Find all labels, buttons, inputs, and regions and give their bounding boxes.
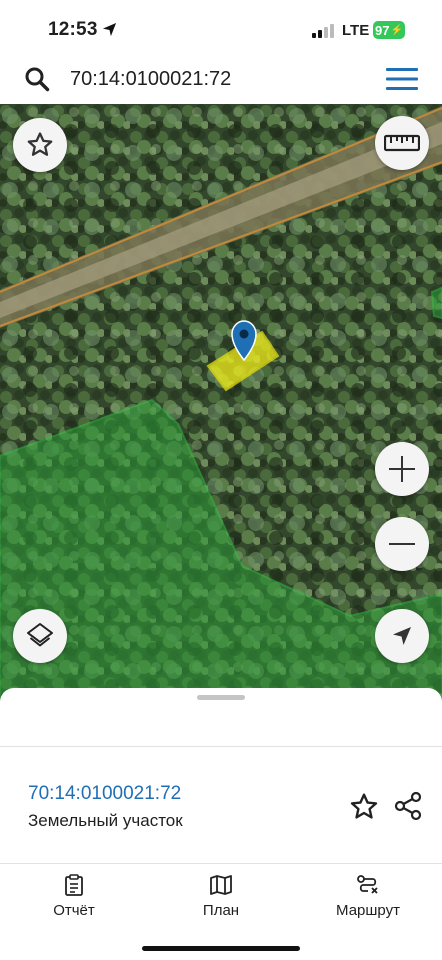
- satellite-imagery: [0, 104, 442, 704]
- cadastral-number-link[interactable]: 70:14:0100021:72: [28, 783, 181, 805]
- cellular-signal-icon: [312, 24, 334, 38]
- favorite-map-button[interactable]: [13, 118, 67, 172]
- zoom-in-icon: [389, 456, 415, 482]
- search-bar: [8, 58, 434, 100]
- layers-button[interactable]: [13, 609, 67, 663]
- tab-report-label: Отчёт: [53, 902, 95, 919]
- route-icon: [357, 875, 378, 894]
- star-icon: [27, 132, 53, 156]
- location-arrow-icon: [393, 627, 411, 645]
- tab-route[interactable]: Маршрут: [313, 874, 423, 934]
- ruler-icon: [384, 134, 420, 152]
- charging-bolt-icon: ⚡: [390, 24, 403, 36]
- zoom-out-icon: [389, 543, 415, 545]
- tab-report[interactable]: Отчёт: [19, 874, 129, 934]
- home-indicator[interactable]: [142, 946, 300, 951]
- my-location-button[interactable]: [375, 609, 429, 663]
- tab-plan[interactable]: План: [166, 874, 276, 934]
- network-type: LTE: [342, 22, 370, 39]
- map-view[interactable]: [0, 104, 442, 704]
- star-icon[interactable]: [348, 791, 380, 823]
- zoom-in-button[interactable]: [375, 442, 429, 496]
- share-icon[interactable]: [392, 790, 424, 822]
- location-services-icon: [102, 22, 117, 37]
- battery-indicator: 97 ⚡: [373, 21, 405, 39]
- status-time: 12:53: [48, 19, 98, 40]
- menu-icon[interactable]: [386, 67, 418, 91]
- object-type-label: Земельный участок: [28, 811, 183, 830]
- sheet-divider-bottom: [0, 863, 442, 864]
- map-plan-icon: [210, 875, 232, 895]
- zoom-out-button[interactable]: [375, 517, 429, 571]
- forest-area-overlay-right: [430, 286, 442, 320]
- tab-plan-label: План: [202, 902, 240, 919]
- report-icon: [65, 874, 83, 896]
- layers-icon: [27, 623, 53, 647]
- search-input[interactable]: [70, 64, 370, 94]
- tab-route-label: Маршрут: [336, 902, 400, 919]
- sheet-drag-handle[interactable]: [197, 695, 245, 700]
- sheet-divider-top: [0, 746, 442, 747]
- search-icon[interactable]: [24, 66, 50, 92]
- object-bottom-sheet[interactable]: 70:14:0100021:72 Земельный участок Отчёт…: [0, 688, 442, 960]
- battery-level: 97: [375, 22, 390, 38]
- status-bar: 12:53 LTE 97 ⚡: [0, 0, 442, 58]
- measure-button[interactable]: [375, 116, 429, 170]
